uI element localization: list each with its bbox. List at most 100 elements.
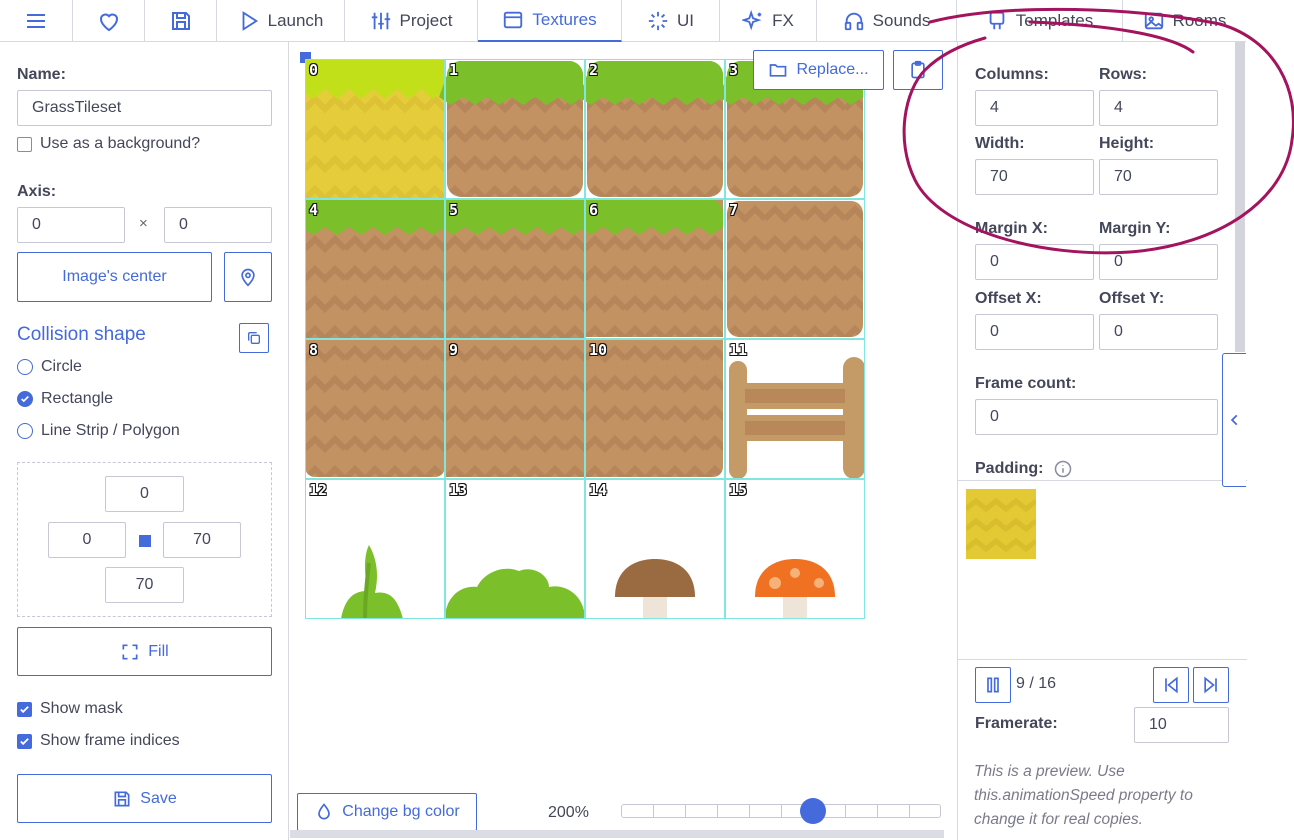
tab-textures[interactable]: Textures — [478, 0, 622, 42]
chevron-left-icon — [1230, 414, 1237, 426]
save-button[interactable]: Save — [17, 774, 272, 823]
texture-canvas[interactable]: 0 1 2 3 4 5 6 7 8 9 10 11 12 13 14 15 Replace... Change… — [290, 42, 946, 840]
frame-cell: 12 — [305, 479, 445, 619]
pick-axis-button[interactable] — [224, 252, 272, 302]
cursor-icon — [648, 11, 668, 30]
droplet-icon — [318, 803, 331, 820]
name-input[interactable]: GrassTileset — [17, 90, 272, 126]
framerate-input[interactable]: 10 — [1134, 707, 1229, 743]
shape-polygon-radio[interactable]: Line Strip / Polygon — [17, 422, 180, 440]
frame-cell: 6 — [585, 199, 725, 339]
radio-circle-checked — [17, 391, 33, 407]
frame-cell: 1 — [445, 59, 585, 199]
zoom-tick — [909, 805, 910, 817]
rect-top-input[interactable]: 0 — [105, 476, 184, 512]
fill-label: Fill — [148, 642, 169, 660]
offset-y-input[interactable]: 0 — [1099, 314, 1218, 350]
paste-button[interactable] — [893, 50, 943, 90]
use-as-background-checkbox[interactable]: Use as a background? — [17, 135, 200, 153]
shape-rectangle-radio[interactable]: Rectangle — [17, 390, 113, 408]
offset-y-label: Offset Y: — [1099, 290, 1165, 307]
checkbox-box-checked — [17, 733, 32, 749]
save-project-button[interactable] — [145, 0, 217, 41]
show-frame-indices-label: Show frame indices — [40, 732, 180, 749]
margin-y-input[interactable]: 0 — [1099, 244, 1218, 280]
replace-label: Replace... — [796, 61, 869, 78]
horizontal-scrollbar[interactable] — [290, 830, 944, 838]
axis-label: Axis: — [17, 183, 57, 200]
rect-right-input[interactable]: 70 — [163, 522, 241, 558]
frame-cell: 11 — [725, 339, 865, 479]
shape-circle-radio[interactable]: Circle — [17, 358, 82, 376]
radio-circle — [17, 423, 33, 439]
tab-project[interactable]: Project — [345, 0, 478, 41]
expand-icon — [122, 644, 138, 659]
frame-index: 15 — [729, 481, 748, 499]
animation-preview — [958, 480, 1247, 660]
image-center-label: Image's center — [62, 268, 167, 285]
sliders-icon — [371, 12, 390, 29]
folder-icon — [770, 64, 787, 77]
collision-shape-title: Collision shape — [17, 324, 146, 345]
fill-button[interactable]: Fill — [17, 627, 272, 676]
save-icon — [171, 11, 190, 30]
tab-ui[interactable]: UI — [622, 0, 720, 41]
tab-rooms[interactable]: Rooms — [1123, 0, 1246, 41]
margin-x-input[interactable]: 0 — [975, 244, 1094, 280]
info-icon[interactable] — [1054, 460, 1072, 478]
frame-count-input[interactable]: 0 — [975, 399, 1218, 435]
collapse-panel-button[interactable] — [1222, 353, 1246, 487]
tab-launch-label: Launch — [267, 10, 324, 30]
heart-icon — [99, 13, 118, 31]
frame-index: 14 — [589, 481, 608, 499]
play-icon — [242, 10, 258, 31]
frame-index: 8 — [309, 341, 319, 359]
skip-forward-icon — [1204, 676, 1217, 694]
tab-sounds[interactable]: Sounds — [817, 0, 957, 41]
frame-counter: 9 / 16 — [1016, 675, 1057, 692]
next-frame-button[interactable] — [1193, 667, 1229, 703]
width-input[interactable]: 70 — [975, 159, 1094, 195]
previous-frame-button[interactable] — [1153, 667, 1189, 703]
axis-x-input[interactable]: 0 — [17, 207, 125, 243]
show-frame-indices-checkbox[interactable]: Show frame indices — [17, 732, 180, 750]
offset-x-input[interactable]: 0 — [975, 314, 1094, 350]
frame-cell: 2 — [585, 59, 725, 199]
rect-bottom-input[interactable]: 70 — [105, 567, 184, 603]
rect-left-input[interactable]: 0 — [48, 522, 126, 558]
tab-launch[interactable]: Launch — [217, 0, 345, 41]
change-bg-color-label: Change bg color — [342, 803, 460, 820]
show-mask-label: Show mask — [40, 700, 123, 717]
replace-button[interactable]: Replace... — [753, 50, 884, 90]
rows-input[interactable]: 4 — [1099, 90, 1218, 126]
tab-textures-label: Textures — [532, 10, 597, 29]
image-center-button[interactable]: Image's center — [17, 252, 212, 302]
tab-templates[interactable]: Templates — [957, 0, 1123, 41]
frame-cell: 0 — [305, 59, 445, 199]
menu-button[interactable] — [0, 0, 73, 41]
shape-rectangle-label: Rectangle — [41, 390, 114, 407]
height-input[interactable]: 70 — [1099, 159, 1218, 195]
copy-collision-button[interactable] — [239, 323, 269, 353]
axis-y-input[interactable]: 0 — [164, 207, 272, 243]
zoom-tick — [877, 805, 878, 817]
frame-index: 1 — [449, 61, 459, 79]
favorites-button[interactable] — [73, 0, 145, 41]
frame-cell: 9 — [445, 339, 585, 479]
height-label: Height: — [1099, 135, 1155, 152]
show-mask-checkbox[interactable]: Show mask — [17, 700, 123, 718]
frame-cell: 14 — [585, 479, 725, 619]
columns-input[interactable]: 4 — [975, 90, 1094, 126]
right-panel-scrollbar[interactable] — [1235, 42, 1245, 352]
name-label: Name: — [17, 66, 66, 83]
zoom-slider-thumb[interactable] — [800, 798, 826, 824]
save-label: Save — [140, 789, 177, 807]
checkbox-box — [17, 136, 32, 152]
headphones-icon — [844, 12, 863, 30]
clipboard-icon — [911, 60, 925, 79]
shape-polygon-label: Line Strip / Polygon — [41, 422, 180, 439]
tab-fx[interactable]: FX — [720, 0, 817, 41]
change-bg-color-button[interactable]: Change bg color — [297, 793, 477, 831]
checkbox-box-checked — [17, 701, 32, 717]
pause-button[interactable] — [975, 667, 1011, 703]
